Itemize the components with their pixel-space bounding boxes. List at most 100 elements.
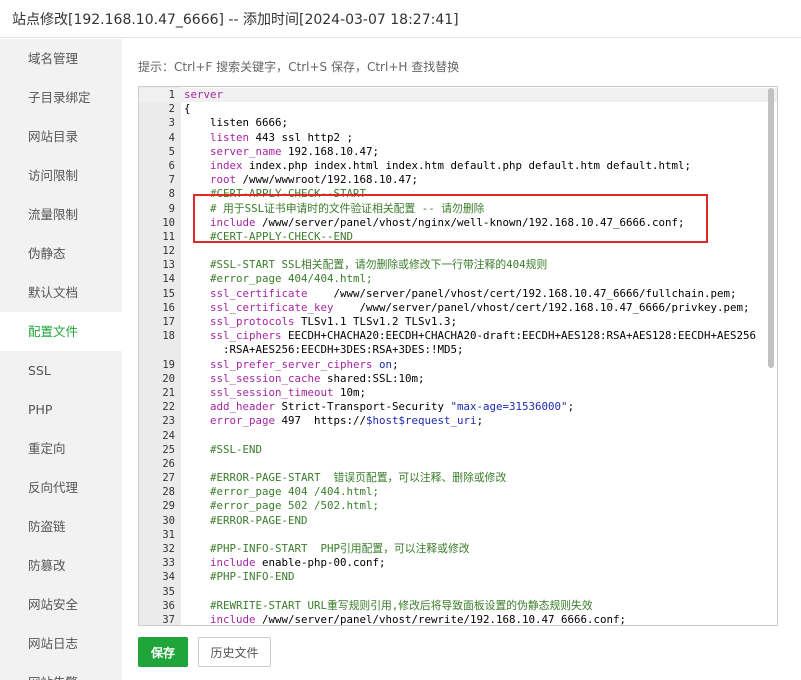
code-line[interactable]: 24 xyxy=(139,429,777,443)
sidebar-item[interactable]: SSL xyxy=(0,351,122,390)
code-line[interactable]: 4 listen 443 ssl http2 ; xyxy=(139,131,777,145)
code-line[interactable]: 33 include enable-php-00.conf; xyxy=(139,556,777,570)
code-token: enable-php-00.conf; xyxy=(255,556,386,570)
line-number: 15 xyxy=(162,287,175,300)
code-text: ssl_protocols TLSv1.1 TLSv1.2 TLSv1.3; xyxy=(184,315,457,329)
sidebar-item[interactable]: 网站安全 xyxy=(0,585,122,624)
sidebar-item[interactable]: 网站日志 xyxy=(0,624,122,663)
code-line[interactable]: 29 #error_page 502 /502.html; xyxy=(139,499,777,513)
line-number: 11 xyxy=(162,230,175,243)
code-line[interactable]: 7 root /www/wwwroot/192.168.10.47; xyxy=(139,173,777,187)
code-token: /www/server/panel/vhost/rewrite/192.168.… xyxy=(255,612,627,626)
line-number: 1 xyxy=(168,89,175,101)
line-number: 35 xyxy=(162,585,175,598)
sidebar-item[interactable]: 子目录绑定 xyxy=(0,78,122,117)
line-number: 4 xyxy=(168,131,175,144)
line-number: 22 xyxy=(162,401,175,414)
code-line[interactable]: 15 ssl_certificate /www/server/panel/vho… xyxy=(139,287,777,301)
code-line[interactable]: 16 ssl_certificate_key /www/server/panel… xyxy=(139,301,777,315)
code-line[interactable]: 20 ssl_session_cache shared:SSL:10m; xyxy=(139,372,777,386)
code-line[interactable]: 21 ssl_session_timeout 10m; xyxy=(139,386,777,400)
code-line[interactable]: 35 xyxy=(139,585,777,599)
code-line[interactable]: 36 #REWRITE-START URL重写规则引用,修改后将导致面板设置的伪… xyxy=(139,599,777,613)
code-line[interactable]: 2{ xyxy=(139,102,777,116)
sidebar-item[interactable]: 网站目录 xyxy=(0,117,122,156)
line-number: 12 xyxy=(162,245,175,258)
line-number: 13 xyxy=(162,259,175,272)
sidebar-item[interactable]: 域名管理 xyxy=(0,39,122,78)
sidebar-item[interactable]: 伪静态 xyxy=(0,234,122,273)
code-line[interactable]: 13 #SSL-START SSL相关配置，请勿删除或修改下一行带注释的404规… xyxy=(139,258,777,272)
code-text: #SSL-START SSL相关配置，请勿删除或修改下一行带注释的404规则 xyxy=(184,258,547,272)
code-token: include xyxy=(210,612,256,626)
sidebar-item[interactable]: 重定向 xyxy=(0,429,122,468)
config-editor[interactable]: 1 server 2{3 listen 6666; 4 listen 443 ssl … xyxy=(138,86,778,626)
code-line[interactable]: 5 server_name 192.168.10.47; xyxy=(139,145,777,159)
code-line[interactable]: 37 include /www/server/panel/vhost/rewri… xyxy=(139,612,777,626)
code-line[interactable]: 28 #error_page 404 /404.html; xyxy=(139,485,777,499)
code-token: #SSL-END xyxy=(184,442,263,456)
code-token: :RSA+AES256:EECDH+3DES:RSA+3DES:!MD5; xyxy=(184,343,464,357)
code-token: include xyxy=(210,556,256,570)
sidebar-item[interactable]: 流量限制 xyxy=(0,195,122,234)
code-token: ; xyxy=(392,357,399,371)
line-number: 2 xyxy=(168,103,175,116)
code-token: /www/wwwroot/192.168.10.47; xyxy=(236,173,419,187)
code-line[interactable]: 3 listen 6666; xyxy=(139,116,777,130)
line-number: 19 xyxy=(162,358,175,371)
sidebar-item[interactable]: 网站告警 xyxy=(0,663,122,680)
line-number: 27 xyxy=(162,472,175,485)
code-line[interactable]: 14 #error_page 404/404.html; xyxy=(139,272,777,286)
code-text: #REWRITE-START URL重写规则引用,修改后将导致面板设置的伪静态规… xyxy=(184,599,593,613)
line-number: 3 xyxy=(168,117,175,130)
code-text: listen 443 ssl http2 ; xyxy=(184,131,353,145)
sidebar-item[interactable]: 防盗链 xyxy=(0,507,122,546)
code-line[interactable]: 1 server xyxy=(139,88,777,103)
code-line[interactable]: 19 ssl_prefer_server_ciphers on; xyxy=(139,357,777,372)
code-line[interactable]: :RSA+AES256:EECDH+3DES:RSA+3DES:!MD5; xyxy=(139,343,777,357)
code-line[interactable]: 34 #PHP-INFO-END xyxy=(139,570,777,584)
code-line[interactable]: 25 #SSL-END xyxy=(139,442,777,457)
code-line[interactable]: 12 xyxy=(139,244,777,258)
history-files-button[interactable]: 历史文件 xyxy=(198,637,271,667)
sidebar-item[interactable]: 默认文档 xyxy=(0,273,122,312)
code-line[interactable]: 30 #ERROR-PAGE-END xyxy=(139,514,777,528)
annotation-highlight-box xyxy=(193,194,708,243)
code-token: #PHP-INFO-END xyxy=(184,570,295,584)
sidebar-item[interactable]: PHP xyxy=(0,390,122,429)
code-line[interactable]: 26 xyxy=(139,457,777,471)
code-line[interactable]: 32 #PHP-INFO-START PHP引用配置，可以注释或修改 xyxy=(139,542,777,556)
code-token: ; xyxy=(476,414,484,428)
sidebar-item[interactable]: 配置文件 xyxy=(0,312,122,351)
code-line[interactable]: 22 add_header Strict-Transport-Security … xyxy=(139,400,777,414)
sidebar-item[interactable]: 防篡改 xyxy=(0,546,122,585)
code-line[interactable]: 17 ssl_protocols TLSv1.1 TLSv1.2 TLSv1.3… xyxy=(139,315,777,329)
code-line[interactable]: 23 error_page 497 https://$host$request_… xyxy=(139,414,777,428)
code-token: on xyxy=(379,357,393,371)
code-token: { xyxy=(184,102,191,116)
code-token: "max-age=31536000" xyxy=(450,400,568,414)
code-line[interactable]: 6 index index.php index.html index.htm d… xyxy=(139,159,777,173)
editor-scrollbar-track[interactable] xyxy=(768,87,776,625)
line-number: 18 xyxy=(162,330,175,343)
code-token: 497 https:// xyxy=(275,414,367,428)
code-line[interactable]: 31 xyxy=(139,528,777,542)
editor-scrollbar-thumb[interactable] xyxy=(768,88,774,368)
save-button[interactable]: 保存 xyxy=(138,637,188,667)
line-number: 8 xyxy=(168,188,175,201)
code-line[interactable]: 27 #ERROR-PAGE-START 错误页配置，可以注释、删除或修改 xyxy=(139,471,777,485)
sidebar-item[interactable]: 访问限制 xyxy=(0,156,122,195)
line-number: 5 xyxy=(168,145,175,158)
line-number: 26 xyxy=(162,457,175,470)
code-text: ssl_certificate /www/server/panel/vhost/… xyxy=(184,287,737,301)
code-line[interactable]: 18 ssl_ciphers EECDH+CHACHA20:EECDH+CHAC… xyxy=(139,329,777,343)
code-lines[interactable]: 1 server 2{3 listen 6666; 4 listen 443 ssl … xyxy=(139,88,777,626)
sidebar-item[interactable]: 反向代理 xyxy=(0,468,122,507)
